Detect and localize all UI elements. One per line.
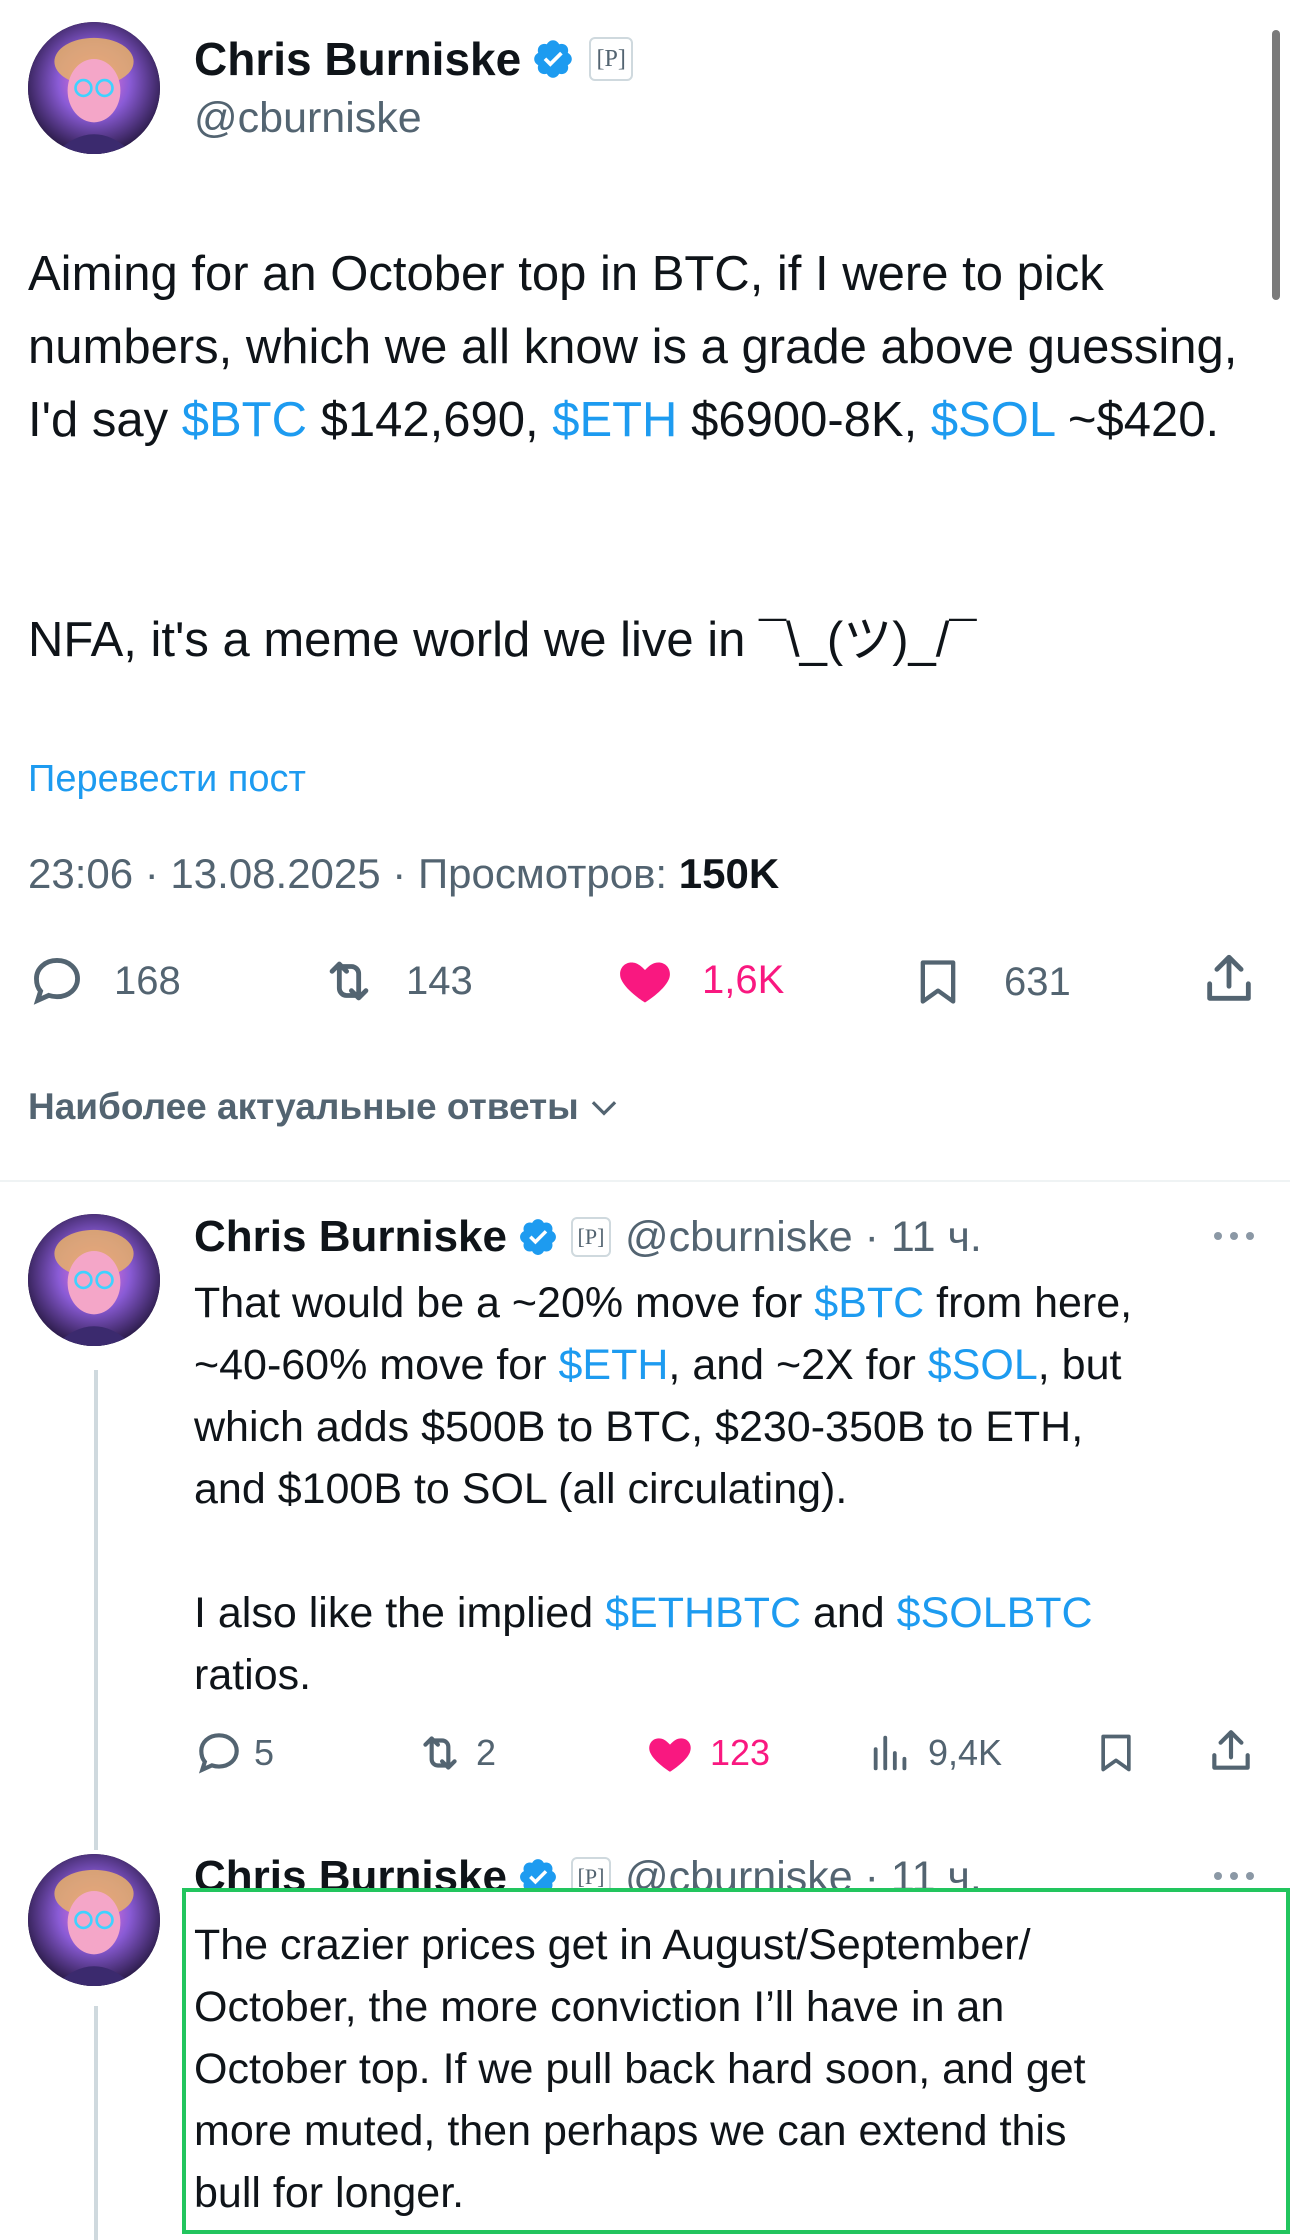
replies-sort-dropdown[interactable]: Наиболее актуальные ответы <box>28 1086 623 1128</box>
cashtag-btc[interactable]: $BTC <box>814 1279 924 1327</box>
text-line: The crazier prices get in August/Septemb… <box>194 1921 1031 1969</box>
text-line: which adds $500B to BTC, $230-350B to ET… <box>194 1403 1084 1451</box>
reply-count: 168 <box>114 958 181 1003</box>
bookmark-button[interactable]: 631 <box>912 952 1071 1012</box>
cashtag-sol[interactable]: $SOL <box>928 1341 1038 1389</box>
post-metadata: 23:06 · 13.08.2025 · Просмотров: 150K <box>28 850 779 898</box>
reply-button[interactable]: 5 <box>194 1728 274 1778</box>
thread-line <box>94 2006 98 2240</box>
text-part: from here, <box>924 1279 1133 1327</box>
text-part: and <box>801 1589 897 1637</box>
reply-header: Chris Burniske [P] @cburniske · 11 ч. <box>194 1212 982 1262</box>
affiliate-badge[interactable]: [P] <box>589 37 634 81</box>
share-icon <box>1207 954 1251 1001</box>
text-line: October top. If we pull back hard soon, … <box>194 2045 1086 2093</box>
avatar-image <box>28 22 160 154</box>
section-divider <box>0 1180 1290 1182</box>
more-icon[interactable] <box>1214 1232 1254 1240</box>
text-part: ~40-60% move for <box>194 1341 559 1389</box>
share-icon <box>1212 1730 1250 1770</box>
verified-badge-icon <box>531 37 575 81</box>
reply-text: The crazier prices get in August/Septemb… <box>194 1914 1274 2224</box>
cashtag-eth[interactable]: $ETH <box>559 1341 669 1389</box>
text-line: bull for longer. <box>194 2169 465 2217</box>
text-line: and $100B to SOL (all circulating). <box>194 1465 848 1513</box>
avatar[interactable] <box>28 1214 160 1346</box>
cashtag-solbtc[interactable]: $SOLBTC <box>897 1589 1093 1637</box>
text-part: I also like the implied <box>194 1589 606 1637</box>
cashtag-sol[interactable]: $SOL <box>931 393 1054 447</box>
cashtag-ethbtc[interactable]: $ETHBTC <box>605 1589 801 1637</box>
repost-button[interactable]: 143 <box>318 952 473 1010</box>
avatar-image <box>28 1214 160 1346</box>
share-button[interactable] <box>1200 950 1258 1008</box>
affiliate-badge-letter: P <box>584 1864 598 1889</box>
avatar[interactable] <box>28 1854 160 1986</box>
avatar[interactable] <box>28 22 160 154</box>
post-text-part: $6900-8K, <box>677 393 931 447</box>
post-text-part: ~$420. <box>1054 393 1220 447</box>
author-handle[interactable]: @cburniske <box>194 94 422 143</box>
repost-button[interactable]: 2 <box>414 1728 496 1778</box>
affiliate-badge[interactable]: [P] <box>570 1217 611 1257</box>
post-text: Aiming for an October top in BTC, if I w… <box>28 238 1248 457</box>
chevron-down-icon <box>591 1101 616 1116</box>
cashtag-btc[interactable]: $BTC <box>182 393 307 447</box>
heart-icon <box>620 962 670 1003</box>
text-part: , but <box>1037 1341 1122 1389</box>
sort-label: Наиболее актуальные ответы <box>28 1086 579 1127</box>
handle-and-time[interactable]: @cburniske · 11 ч. <box>625 1213 982 1262</box>
repost-icon <box>329 961 369 1001</box>
verified-badge-icon <box>517 1216 559 1258</box>
repost-count: 143 <box>406 958 473 1003</box>
author-name[interactable]: Chris Burniske <box>194 32 521 86</box>
like-button[interactable]: 1,6K <box>614 950 784 1010</box>
repost-count: 2 <box>476 1732 497 1773</box>
more-icon[interactable] <box>1214 1872 1254 1880</box>
bookmark-icon <box>1101 1734 1131 1772</box>
heart-icon <box>649 1738 691 1772</box>
cashtag-eth[interactable]: $ETH <box>552 393 677 447</box>
views-count: 9,4K <box>928 1732 1003 1773</box>
like-count: 1,6K <box>702 957 785 1002</box>
share-button[interactable] <box>1206 1726 1256 1776</box>
affiliate-badge-letter: P <box>604 45 618 72</box>
scrollbar[interactable] <box>1272 30 1280 300</box>
bookmark-count: 631 <box>1004 959 1071 1004</box>
text-part: That would be a ~20% move for <box>194 1279 815 1327</box>
post-text-part: $142,690, <box>306 393 553 447</box>
repost-icon <box>423 1736 457 1770</box>
like-count: 123 <box>710 1732 771 1773</box>
author-name[interactable]: Chris Burniske <box>194 1212 507 1262</box>
bookmark-button[interactable] <box>1094 1728 1138 1778</box>
text-line: more muted, then perhaps we can extend t… <box>194 2107 1067 2155</box>
text-line: October, the more conviction I’ll have i… <box>194 1983 1005 2031</box>
reply-icon <box>198 1733 239 1774</box>
author-name-row: Chris Burniske [P] <box>194 32 634 86</box>
thread-line <box>94 1370 98 1850</box>
views-count: 150K <box>678 850 780 897</box>
post-text-second-paragraph: NFA, it's a meme world we live in ¯\_(ツ)… <box>28 613 977 667</box>
reply-icon <box>33 958 80 1005</box>
reply-count: 5 <box>254 1732 275 1773</box>
text-part: , and ~2X for <box>668 1341 928 1389</box>
translate-post-link[interactable]: Перевести пост <box>28 758 306 801</box>
affiliate-badge-letter: P <box>584 1224 598 1249</box>
views-icon <box>873 1735 907 1771</box>
text-line: ratios. <box>194 1651 312 1699</box>
bookmark-icon <box>920 960 956 1004</box>
post-timestamp[interactable]: 23:06 · 13.08.2025 · Просмотров: <box>28 850 679 897</box>
like-button[interactable]: 123 <box>644 1728 770 1778</box>
reply-button[interactable]: 168 <box>28 952 181 1010</box>
views-button[interactable]: 9,4K <box>868 1728 1002 1778</box>
avatar-image <box>28 1854 160 1986</box>
reply-text: That would be a ~20% move for $BTC from … <box>194 1272 1264 1706</box>
